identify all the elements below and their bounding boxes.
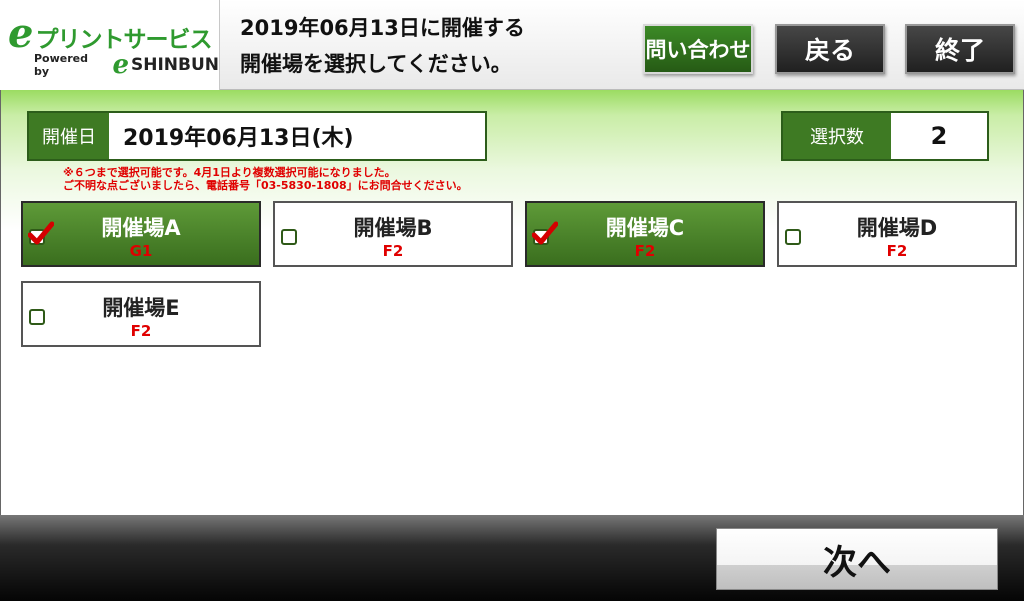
venue-grade: G1 <box>129 242 153 260</box>
date-display: 開催日 2019年06月13日(木) <box>27 111 487 161</box>
venue-e-button[interactable]: 開催場E F2 <box>21 281 261 347</box>
selection-count-display: 選択数 2 <box>781 111 989 161</box>
inquiry-button[interactable]: 問い合わせ <box>643 24 753 74</box>
logo-powered-by: Powered by <box>34 52 89 78</box>
venue-name: 開催場D <box>856 216 938 240</box>
back-button[interactable]: 戻る <box>775 24 885 74</box>
title-line-1: 2019年06月13日に開催する <box>240 16 525 40</box>
venue-grade: F2 <box>382 242 404 260</box>
selection-count-value: 2 <box>930 122 948 150</box>
venue-name: 開催場C <box>605 216 685 240</box>
logo-e-icon: e <box>8 10 34 57</box>
date-label: 開催日 <box>29 113 109 159</box>
venue-name: 開催場B <box>353 216 433 240</box>
venue-name: 開催場A <box>101 216 181 240</box>
selection-count-label: 選択数 <box>783 113 891 159</box>
footer-bar: 次へ <box>0 515 1024 601</box>
title-line-2: 開催場を選択してください。 <box>240 52 512 76</box>
venue-a-button[interactable]: 開催場A G1 <box>21 201 261 267</box>
venue-grade: F2 <box>886 242 908 260</box>
logo-e-small-icon: e <box>112 50 129 80</box>
venue-c-button[interactable]: 開催場C F2 <box>525 201 765 267</box>
next-button[interactable]: 次へ <box>716 528 998 590</box>
selection-notice: ※６つまで選択可能です。4月1日より複数選択可能になりました。 ご不明な点ござい… <box>63 166 468 192</box>
logo-main-text: プリントサービス <box>35 27 212 53</box>
venue-b-button[interactable]: 開催場B F2 <box>273 201 513 267</box>
notice-line-2: ご不明な点ございましたら、電話番号「03-5830-1808」にお問合せください… <box>63 179 468 192</box>
venue-d-button[interactable]: 開催場D F2 <box>777 201 1017 267</box>
notice-line-1: ※６つまで選択可能です。4月1日より複数選択可能になりました。 <box>63 166 396 179</box>
header-bar: e プリントサービス Powered by e SHINBUN 2019年06月… <box>0 0 1024 90</box>
venue-selection-panel: 開催日 2019年06月13日(木) 選択数 2 ※６つまで選択可能です。4月1… <box>0 90 1024 515</box>
page-title: 2019年06月13日に開催する 開催場を選択してください。 <box>240 10 525 82</box>
logo-shinbun: SHINBUN <box>130 55 219 75</box>
end-button[interactable]: 終了 <box>905 24 1015 74</box>
date-value: 2019年06月13日(木) <box>123 126 354 151</box>
eprint-logo: e プリントサービス Powered by e SHINBUN <box>0 0 220 90</box>
venue-grade: F2 <box>634 242 656 260</box>
venue-name: 開催場E <box>102 296 180 320</box>
venue-grade: F2 <box>130 322 152 340</box>
